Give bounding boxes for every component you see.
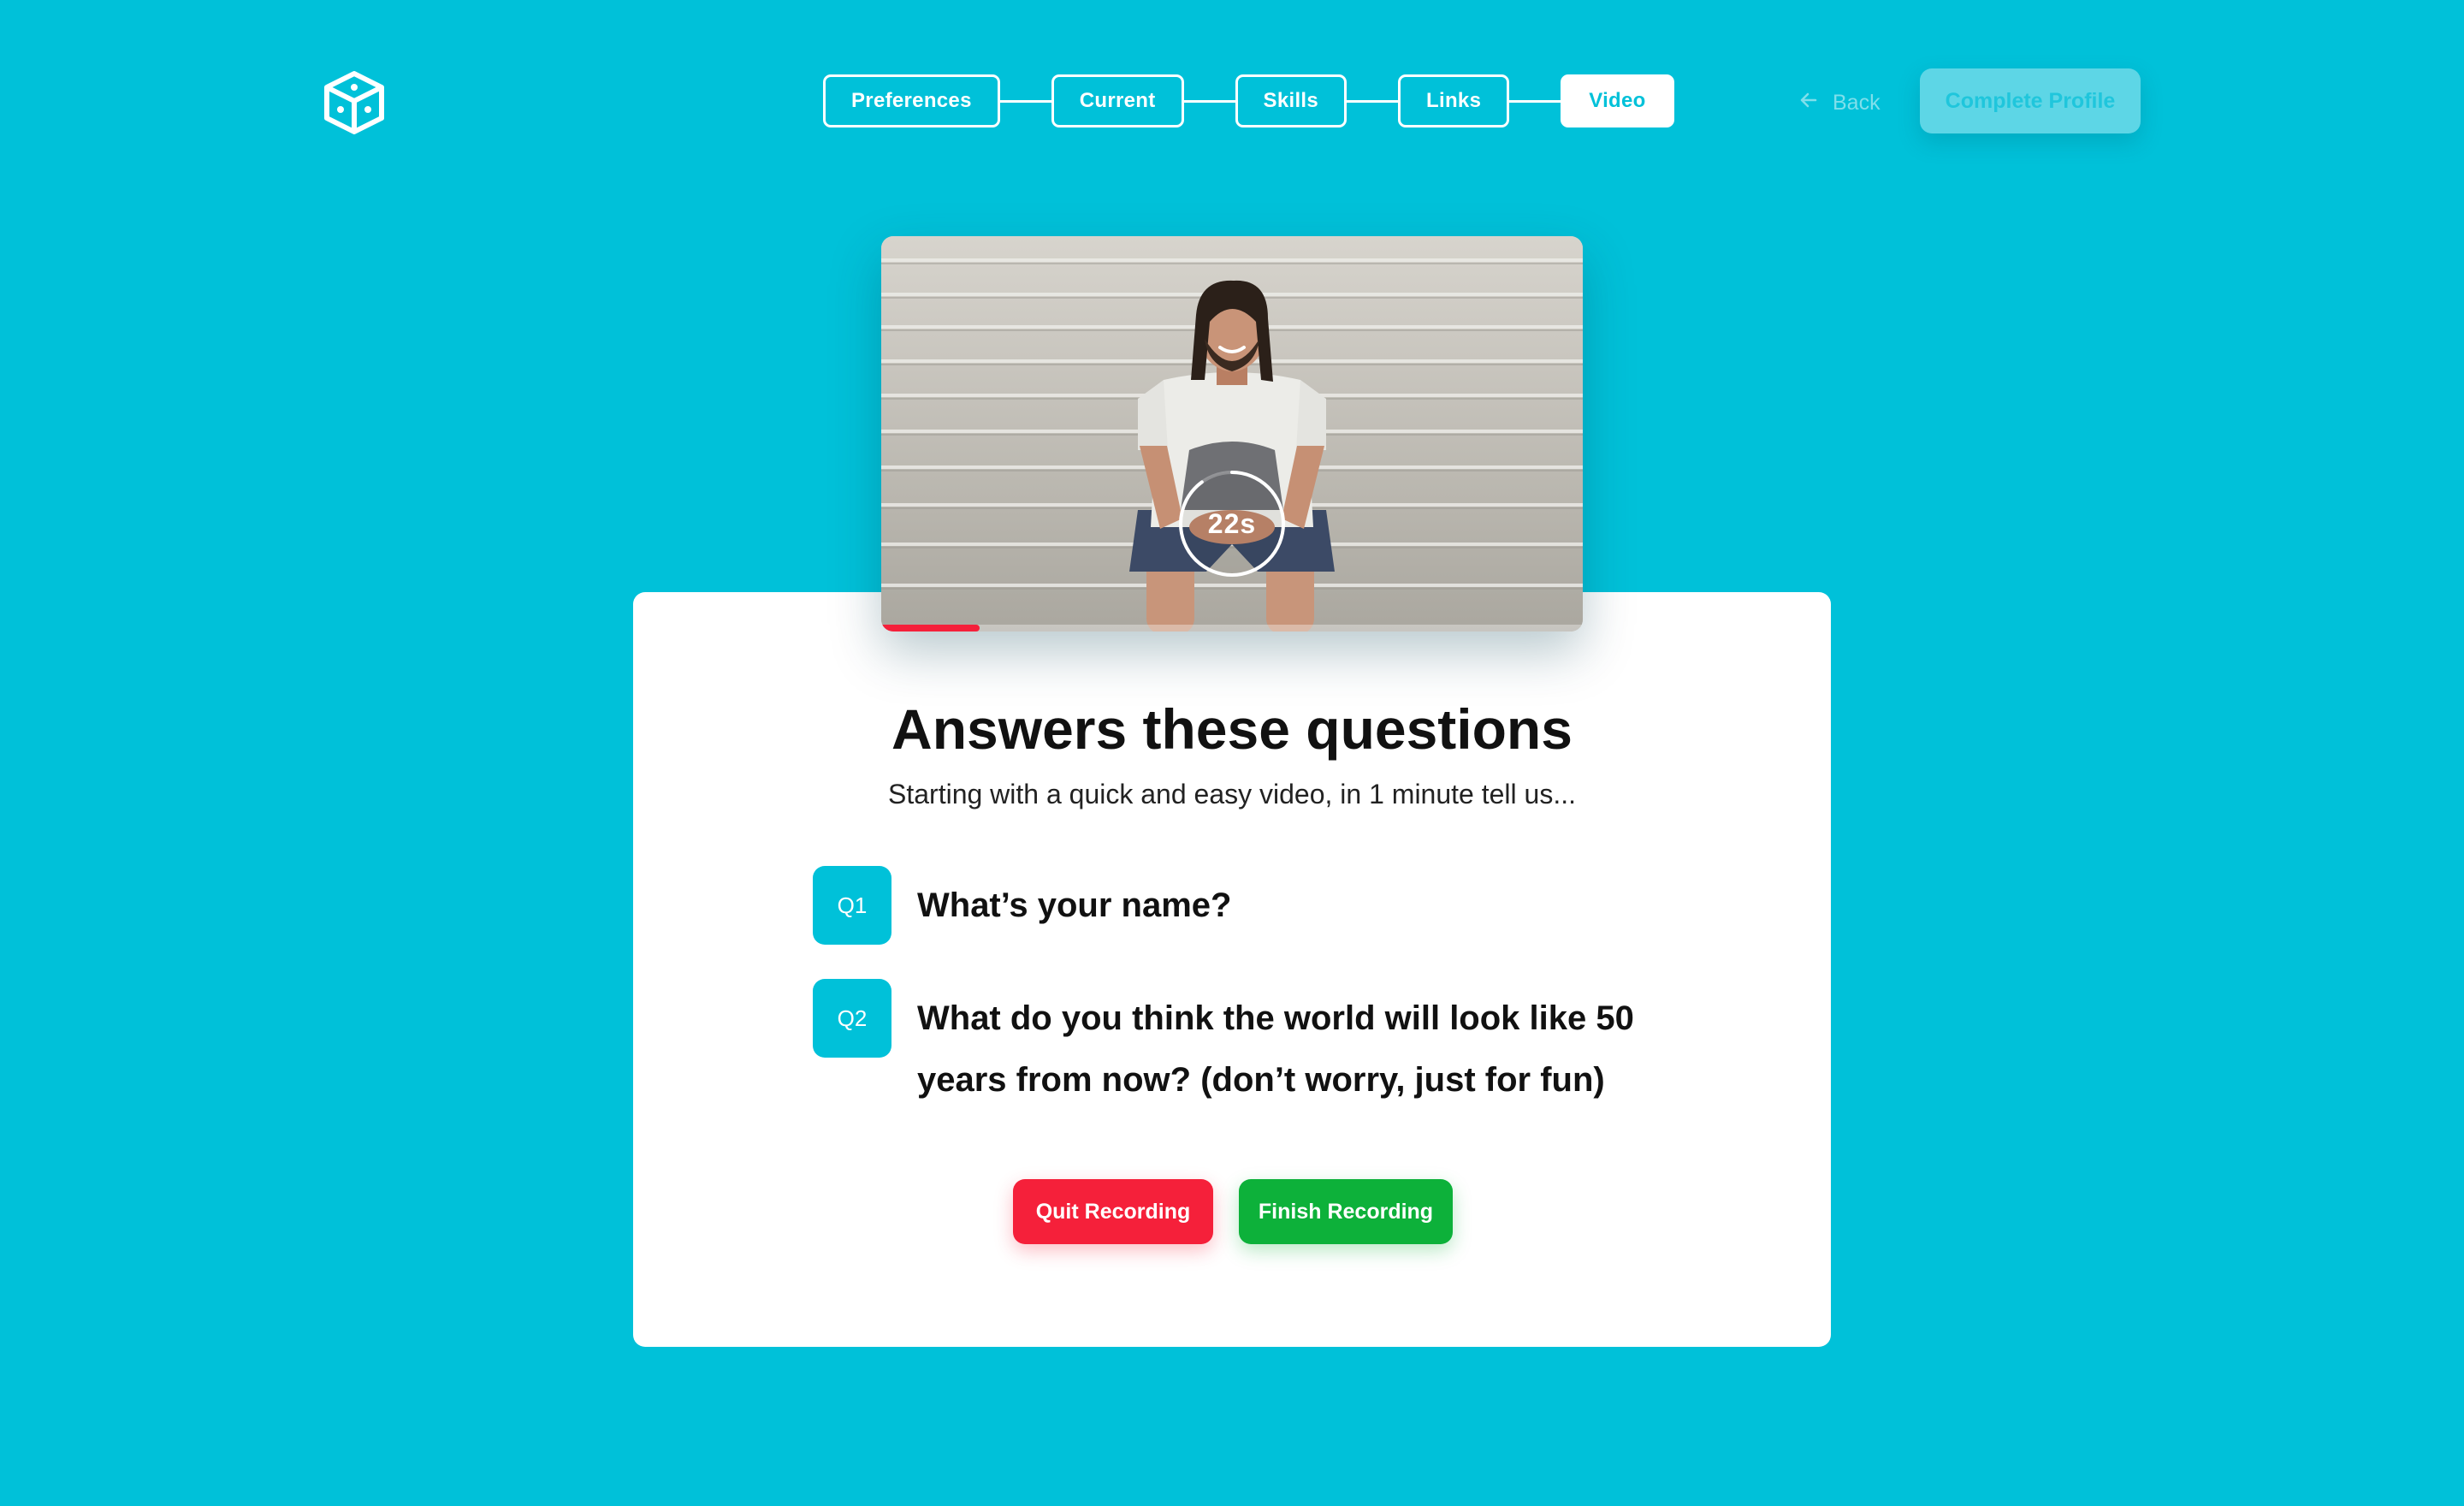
cube-icon[interactable] — [320, 68, 388, 137]
arrow-left-icon — [1798, 90, 1819, 116]
progress-stepper: Preferences Current Skills Links Video — [823, 74, 1674, 128]
video-preview[interactable]: 22s — [881, 236, 1583, 631]
question-badge: Q2 — [813, 979, 891, 1058]
step-label: Current — [1079, 89, 1156, 112]
step-links[interactable]: Links — [1398, 74, 1510, 127]
step-label: Preferences — [851, 89, 972, 112]
card-title: Answers these questions — [891, 697, 1573, 761]
step-preferences[interactable]: Preferences — [823, 74, 1000, 127]
step-video[interactable]: Video — [1561, 74, 1674, 127]
step-connector — [1347, 99, 1399, 103]
step-connector — [1509, 99, 1561, 103]
step-label: Video — [1589, 89, 1646, 112]
question-item: Q2 What do you think the world will look… — [813, 979, 1687, 1111]
complete-profile-button[interactable]: Complete Profile — [1920, 68, 2141, 133]
questions-card: Answers these questions Starting with a … — [633, 592, 1831, 1347]
question-item: Q1 What’s your name? — [813, 866, 1687, 945]
back-label: Back — [1833, 90, 1881, 115]
question-text: What’s your name? — [917, 886, 1232, 924]
step-label: Links — [1426, 89, 1482, 112]
step-connector — [999, 99, 1051, 103]
timer-label: 22s — [1207, 507, 1257, 539]
step-current[interactable]: Current — [1051, 74, 1184, 127]
card-subtitle: Starting with a quick and easy video, in… — [888, 779, 1576, 809]
finish-recording-button[interactable]: Finish Recording — [1239, 1179, 1453, 1244]
step-label: Skills — [1263, 89, 1319, 112]
page: Preferences Current Skills Links Video B… — [0, 0, 2464, 1506]
question-badge: Q1 — [813, 866, 891, 945]
quit-recording-button[interactable]: Quit Recording — [1013, 1179, 1213, 1244]
question-text: What do you think the world will look li… — [917, 999, 1634, 1099]
back-link[interactable]: Back — [1798, 84, 1881, 122]
recording-progress-bar — [881, 625, 1583, 631]
step-skills[interactable]: Skills — [1235, 74, 1348, 127]
recording-progress-fill — [881, 625, 980, 631]
step-connector — [1183, 99, 1235, 103]
